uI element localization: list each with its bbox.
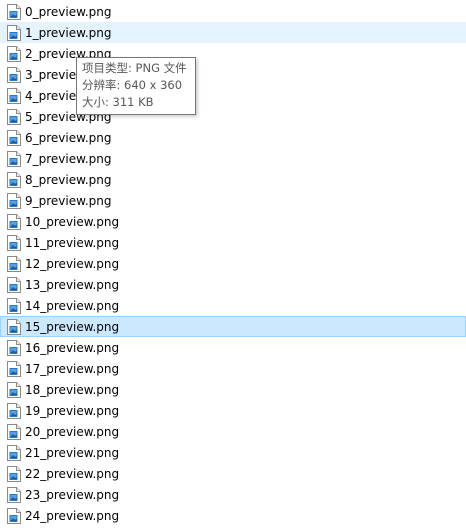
png-file-icon (7, 361, 21, 377)
file-row[interactable]: 15_preview.png (0, 316, 466, 337)
file-row[interactable]: 21_preview.png (0, 442, 466, 463)
tooltip-dimensions: 分辨率: 640 x 360 (82, 78, 183, 92)
png-file-icon (7, 487, 21, 503)
file-name: 17_preview.png (25, 362, 120, 376)
png-file-icon (7, 172, 21, 188)
tooltip-item-type: 项目类型: PNG 文件 (82, 61, 187, 75)
file-row[interactable]: 4_preview.png (0, 85, 466, 106)
png-file-icon (7, 46, 21, 62)
png-file-icon (7, 298, 21, 314)
file-name: 23_preview.png (25, 488, 120, 502)
file-row[interactable]: 12_preview.png (0, 253, 466, 274)
png-file-icon (7, 340, 21, 356)
file-name: 19_preview.png (25, 404, 120, 418)
png-file-icon (7, 403, 21, 419)
file-row[interactable]: 2_preview.png (0, 43, 466, 64)
png-file-icon (7, 4, 21, 20)
file-name: 11_preview.png (25, 236, 120, 250)
file-row[interactable]: 14_preview.png (0, 295, 466, 316)
file-name: 1_preview.png (25, 26, 112, 40)
png-file-icon (7, 445, 21, 461)
file-row[interactable]: 5_preview.png (0, 106, 466, 127)
file-name: 7_preview.png (25, 152, 112, 166)
file-row[interactable]: 20_preview.png (0, 421, 466, 442)
png-file-icon (7, 256, 21, 272)
png-file-icon (7, 424, 21, 440)
file-name: 20_preview.png (25, 425, 120, 439)
file-name: 21_preview.png (25, 446, 120, 460)
file-name: 8_preview.png (25, 173, 112, 187)
file-row[interactable]: 24_preview.png (0, 505, 466, 526)
png-file-icon (7, 382, 21, 398)
file-row[interactable]: 22_preview.png (0, 463, 466, 484)
file-row[interactable]: 10_preview.png (0, 211, 466, 232)
file-name: 9_preview.png (25, 194, 112, 208)
file-name: 0_preview.png (25, 5, 112, 19)
png-file-icon (7, 151, 21, 167)
png-file-icon (7, 235, 21, 251)
png-file-icon (7, 277, 21, 293)
file-row[interactable]: 8_preview.png (0, 169, 466, 190)
file-row[interactable]: 13_preview.png (0, 274, 466, 295)
file-row[interactable]: 23_preview.png (0, 484, 466, 505)
png-file-icon (7, 67, 21, 83)
png-file-icon (7, 508, 21, 524)
file-name: 22_preview.png (25, 467, 120, 481)
file-name: 16_preview.png (25, 341, 120, 355)
png-file-icon (7, 319, 21, 335)
tooltip-size: 大小: 311 KB (82, 95, 154, 109)
file-name: 18_preview.png (25, 383, 120, 397)
png-file-icon (7, 130, 21, 146)
file-name: 13_preview.png (25, 278, 120, 292)
png-file-icon (7, 88, 21, 104)
file-row[interactable]: 6_preview.png (0, 127, 466, 148)
file-row[interactable]: 19_preview.png (0, 400, 466, 421)
file-row[interactable]: 9_preview.png (0, 190, 466, 211)
file-row[interactable]: 17_preview.png (0, 358, 466, 379)
file-list: 0_preview.png 1_preview.png 2_preview.png 3… (0, 1, 466, 526)
file-name: 15_preview.png (25, 320, 120, 334)
file-row[interactable]: 1_preview.png (0, 22, 466, 43)
file-row[interactable]: 0_preview.png (0, 1, 466, 22)
file-row[interactable]: 7_preview.png (0, 148, 466, 169)
png-file-icon (7, 193, 21, 209)
file-row[interactable]: 18_preview.png (0, 379, 466, 400)
file-name: 10_preview.png (25, 215, 120, 229)
png-file-icon (7, 466, 21, 482)
file-name: 24_preview.png (25, 509, 120, 523)
png-file-icon (7, 109, 21, 125)
file-row[interactable]: 11_preview.png (0, 232, 466, 253)
file-row[interactable]: 3_preview.png (0, 64, 466, 85)
file-row[interactable]: 16_preview.png (0, 337, 466, 358)
png-file-icon (7, 214, 21, 230)
png-file-icon (7, 25, 21, 41)
file-name: 14_preview.png (25, 299, 120, 313)
file-name: 6_preview.png (25, 131, 112, 145)
file-name: 12_preview.png (25, 257, 120, 271)
file-info-tooltip: 项目类型: PNG 文件 分辨率: 640 x 360 大小: 311 KB (76, 57, 196, 115)
